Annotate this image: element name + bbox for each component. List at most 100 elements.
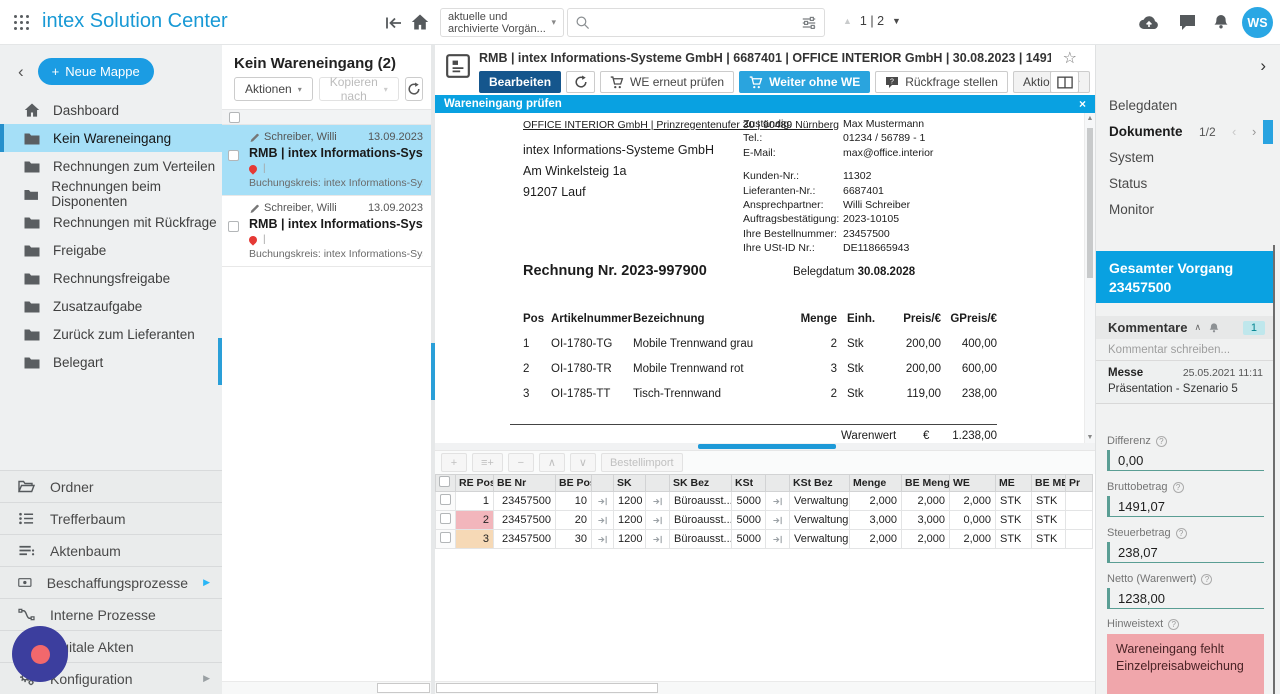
lookup-icon[interactable] [652, 496, 663, 507]
sidebar-item-freigabe[interactable]: Freigabe [0, 236, 222, 264]
close-icon[interactable]: × [1079, 97, 1086, 111]
document-preview-icon[interactable] [445, 53, 471, 79]
search-input[interactable] [596, 16, 795, 30]
help-icon[interactable]: ? [1201, 574, 1212, 585]
sidebar-item-rechnungen-zum-verteilen[interactable]: Rechnungen zum Verteilen [0, 152, 222, 180]
screen-recorder-indicator[interactable] [12, 626, 68, 682]
tool-interne-prozesse[interactable]: Interne Prozesse [0, 598, 222, 630]
bell-icon[interactable] [1208, 322, 1220, 334]
sidebar-item-belegart[interactable]: Belegart [0, 348, 222, 376]
hscrollbar-thumb[interactable] [698, 444, 836, 449]
viewer-hscrollbar[interactable] [435, 443, 1095, 450]
lookup-icon[interactable] [772, 496, 783, 507]
help-icon[interactable]: ? [1173, 482, 1184, 493]
cloud-upload-icon[interactable] [1138, 14, 1160, 30]
grid-row[interactable]: 1 23457500 10 1200 Büroausst... 5000 Ver… [436, 492, 1093, 511]
side-by-side-view-button[interactable] [1050, 71, 1079, 93]
tab-monitor[interactable]: Monitor [1096, 197, 1280, 223]
favorite-star-icon[interactable]: ☆ [1063, 48, 1077, 68]
list-item[interactable]: Schreiber, Willi 13.09.2023 RMB | intex … [222, 125, 431, 196]
tab-dokumente[interactable]: Dokumente 1/2 ‹ › [1096, 119, 1280, 145]
sidebar-item-zusatzaufgabe[interactable]: Zusatzaufgabe [0, 292, 222, 320]
sidebar-item-rechnungen-mit-rueckfrage[interactable]: Rechnungen mit Rückfrage [0, 208, 222, 236]
differenz-value[interactable]: 0,00 [1107, 450, 1264, 471]
lookup-icon[interactable] [652, 534, 663, 545]
scroll-up-icon[interactable]: ▲ [1085, 115, 1095, 122]
steuerbetrag-value[interactable]: 238,07 [1107, 542, 1264, 563]
hscrollbar-thumb[interactable] [436, 683, 658, 693]
app-grid-icon[interactable] [14, 15, 30, 31]
help-icon[interactable]: ? [1168, 619, 1179, 630]
grid-select-all-checkbox[interactable] [439, 476, 450, 487]
process-summary-box[interactable]: Gesamter Vorgang 23457500 [1096, 251, 1273, 303]
tool-aktenbaum[interactable]: Aktenbaum [0, 534, 222, 566]
list-item[interactable]: Schreiber, Willi 13.09.2023 RMB | intex … [222, 196, 431, 267]
edit-button[interactable]: Bearbeiten [479, 71, 561, 93]
lookup-icon[interactable] [652, 515, 663, 526]
new-folder-button[interactable]: + Neue Mappe [38, 58, 154, 85]
sidebar-item-kein-wareneingang[interactable]: Kein Wareneingang [0, 124, 222, 152]
filter-sliders-icon[interactable] [801, 15, 817, 31]
tab-belegdaten[interactable]: Belegdaten [1096, 93, 1280, 119]
comment-input[interactable] [1108, 344, 1261, 356]
chat-icon[interactable] [1178, 13, 1197, 31]
lookup-icon[interactable] [597, 534, 608, 545]
add-row-button[interactable]: + [441, 453, 467, 472]
vscrollbar-thumb[interactable] [1087, 128, 1093, 278]
hscrollbar-thumb[interactable] [377, 683, 430, 693]
sidebar-scrollbar-thumb[interactable] [218, 338, 222, 385]
tool-beschaffungsprozesse[interactable]: Beschaffungsprozesse ▶ [0, 566, 222, 598]
order-import-button[interactable]: Bestellimport [601, 453, 683, 472]
lookup-icon[interactable] [597, 515, 608, 526]
refresh-list-button[interactable] [405, 77, 423, 101]
tool-trefferbaum[interactable]: Trefferbaum [0, 502, 222, 534]
copy-to-dropdown-button[interactable]: Kopieren nach ▾ [319, 77, 399, 101]
continue-without-we-button[interactable]: Weiter ohne WE [739, 71, 870, 93]
user-avatar[interactable]: WS [1242, 7, 1273, 38]
lookup-icon[interactable] [597, 496, 608, 507]
help-icon[interactable]: ? [1176, 528, 1187, 539]
tab-status[interactable]: Status [1096, 171, 1280, 197]
sidebar-back-icon[interactable]: ‹ [18, 63, 24, 80]
collapse-panel-icon[interactable] [383, 13, 403, 33]
next-document-icon[interactable]: › [1252, 119, 1256, 145]
sidebar-item-rechnungen-beim-disponenten[interactable]: Rechnungen beim Disponenten [0, 180, 222, 208]
tool-ordner[interactable]: Ordner [0, 470, 222, 502]
ask-back-button[interactable]: ? Rückfrage stellen [875, 71, 1008, 93]
item-checkbox[interactable] [228, 150, 239, 161]
move-up-button[interactable]: ∧ [539, 453, 565, 472]
item-checkbox[interactable] [228, 221, 239, 232]
sidebar-item-zurueck-zum-lieferanten[interactable]: Zurück zum Lieferanten [0, 320, 222, 348]
prev-result-icon[interactable]: ▲ [843, 16, 852, 26]
viewer-vscrollbar[interactable]: ▲ ▼ [1084, 113, 1095, 443]
row-checkbox[interactable] [440, 513, 451, 524]
help-icon[interactable]: ? [1156, 436, 1167, 447]
sidebar-item-rechnungsfreigabe[interactable]: Rechnungsfreigabe [0, 264, 222, 292]
lookup-icon[interactable] [772, 534, 783, 545]
select-all-checkbox[interactable] [229, 112, 240, 123]
row-checkbox[interactable] [440, 532, 451, 543]
grid-row[interactable]: 3 23457500 30 1200 Büroausst... 5000 Ver… [436, 530, 1093, 549]
move-down-button[interactable]: ∨ [570, 453, 596, 472]
refresh-document-button[interactable] [566, 71, 595, 93]
next-result-icon[interactable]: ▼ [892, 16, 901, 26]
comments-header[interactable]: Kommentare ∧ 1 [1096, 316, 1273, 339]
expand-panel-icon[interactable]: › [1260, 57, 1266, 74]
remove-row-button[interactable]: − [508, 453, 534, 472]
collapse-icon[interactable]: ∧ [1194, 322, 1201, 333]
netto-value[interactable]: 1238,00 [1107, 588, 1264, 609]
insert-rows-button[interactable]: ≡+ [472, 453, 503, 472]
recheck-we-button[interactable]: WE erneut prüfen [600, 71, 734, 93]
scroll-down-icon[interactable]: ▼ [1085, 434, 1095, 441]
grid-row[interactable]: 2 23457500 20 1200 Büroausst... 5000 Ver… [436, 511, 1093, 530]
row-checkbox[interactable] [440, 494, 451, 505]
sidebar-scrollbar-thumb[interactable] [1273, 245, 1275, 694]
home-icon[interactable] [411, 14, 429, 30]
bell-icon[interactable] [1212, 13, 1230, 31]
scope-dropdown[interactable]: aktuelle und archivierte Vorgän... ▾ [440, 8, 564, 37]
sidebar-item-dashboard[interactable]: Dashboard [0, 96, 222, 124]
prev-document-icon[interactable]: ‹ [1232, 119, 1236, 145]
bruttobetrag-value[interactable]: 1491,07 [1107, 496, 1264, 517]
lookup-icon[interactable] [772, 515, 783, 526]
tab-system[interactable]: System [1096, 145, 1280, 171]
